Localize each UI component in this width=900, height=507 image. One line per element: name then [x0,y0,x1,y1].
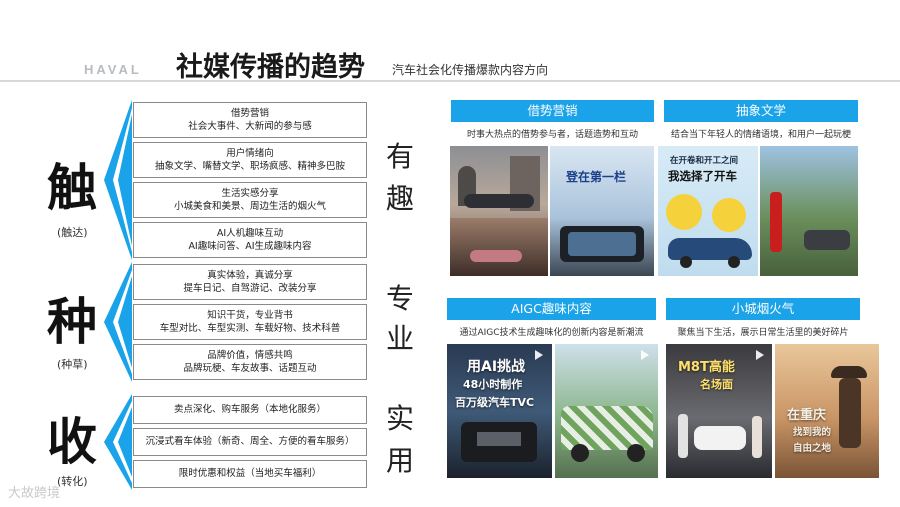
content-box: 知识干货，专业背书 车型对比、车型实测、车载好物、技术科普 [133,304,367,340]
box-detail: AI趣味问答、AI生成趣味内容 [188,241,312,252]
box-title: 用户情绪向 [226,148,274,159]
caption: 48小时制作 [463,378,523,391]
content-box: 生活实感分享 小城美食和美景、周边生活的烟火气 [133,182,367,218]
box-detail: 抽象文学、嘴替文学、职场疯感、精神多巴胺 [154,161,345,172]
photo-chongqing-freedom: 在重庆 找到我的 自由之地 [775,344,879,478]
stage-sub-harvest: (转化) [57,475,88,488]
caption: 找到我的 [793,427,832,438]
play-icon [641,350,649,360]
caption: 自由之地 [793,443,832,454]
play-icon [756,350,764,360]
box-title: 知识干货，专业背书 [207,310,293,321]
photo-dashboard-screen: 登在第一栏 [550,146,654,276]
content-box: 品牌价值，情感共鸣 品牌玩梗、车友故事、话题互动 [133,344,367,380]
caption: 名场面 [700,378,733,391]
word-yong: 用 [385,444,414,477]
panel-desc-small-town: 聚焦当下生活，展示日常生活里的美好碎片 [677,328,849,338]
word-zhuan: 专 [385,282,414,315]
box-detail: 车型对比、车型实测、车载好物、技术科普 [159,323,341,334]
watermark: 大故跨境 [8,486,61,501]
header-divider [0,80,900,82]
panel-title-trend-marketing: 借势营销 [451,100,654,122]
photo-ai-challenge: 用AI挑战 48小时制作 百万级汽车TVC [447,344,552,478]
box-title: AI人机趣味互动 [216,228,284,239]
box-detail: 社会大事件、大新闻的参与感 [188,121,312,132]
caption: 用AI挑战 [467,359,526,375]
caption: 登在第一栏 [566,170,627,184]
play-icon [535,350,543,360]
box-title: 真实体验，真诚分享 [207,270,293,281]
content-box: 限时优惠和权益（当地买车福利） [133,460,367,488]
photo-field-car [760,146,858,276]
panel-title-aigc: AIGC趣味内容 [447,298,656,320]
content-box: 借势营销 社会大事件、大新闻的参与感 [133,102,367,138]
box-title: 借势营销 [230,108,269,119]
box-detail: 小城美食和美景、周边生活的烟火气 [173,201,326,212]
box-detail: 提车日记、自驾游记、改装分享 [183,283,317,294]
content-box: 用户情绪向 抽象文学、嘴替文学、职场疯感、精神多巴胺 [133,142,367,178]
panel-desc-aigc: 通过AIGC技术生成趣味化的创新内容是新潮流 [459,328,644,338]
box-title: 品牌价值，情感共鸣 [207,350,293,361]
haval-logo: HAVAL [84,62,142,77]
box-title: 限时优惠和权益（当地买车福利） [178,468,322,479]
panel-desc-abstract-literature: 结合当下年轻人的情绪语境，和用户一起玩梗 [670,130,851,140]
chevron-harvest-icon [104,394,132,490]
stage-char-plant: 种 [47,293,97,351]
stage-char-harvest: 收 [47,413,97,471]
panel-desc-trend-marketing: 时事大热点的借势参与者，话题造势和互动 [466,130,638,140]
caption: M8T高能 [678,360,735,375]
box-title: 生活实感分享 [221,188,279,199]
stage-char-touch: 触 [47,159,97,217]
content-box: 真实体验，真诚分享 提车日记、自驾游记、改装分享 [133,264,367,300]
caption: 在重庆 [787,408,827,423]
stage-sub-plant: (种草) [57,358,88,371]
content-box: 卖点深化、购车服务（本地化服务） [133,396,367,424]
photo-emoji-car: 在开卷和开工之间 我选择了开车 [658,146,758,276]
box-title: 卖点深化、购车服务（本地化服务） [173,404,326,415]
box-title: 沉浸式看车体验（新奇、周全、方便的看车服务） [145,436,355,447]
content-box: 沉浸式看车体验（新奇、周全、方便的看车服务） [133,428,367,456]
content-box: AI人机趣味互动 AI趣味问答、AI生成趣味内容 [133,222,367,258]
word-shi: 实 [385,402,414,435]
stage-sub-touch: (触达) [57,226,88,239]
box-detail: 品牌玩梗、车友故事、话题互动 [183,363,317,374]
photo-m8t-scene: M8T高能 名场面 [666,344,772,478]
page-subtitle: 汽车社会化传播爆款内容方向 [392,63,549,77]
caption: 百万级汽车TVC [455,396,535,409]
chevron-touch-icon [104,100,132,260]
caption: 在开卷和开工之间 [670,156,739,166]
word-ye: 业 [385,322,414,355]
panel-title-small-town: 小城烟火气 [666,298,860,320]
chevron-plant-icon [104,262,132,382]
word-you: 有 [385,140,414,173]
caption: 我选择了开车 [668,169,737,183]
panel-title-abstract-literature: 抽象文学 [664,100,858,122]
photo-city-car [450,146,548,276]
word-qu: 趣 [385,182,414,215]
photo-camo-suv [555,344,658,478]
